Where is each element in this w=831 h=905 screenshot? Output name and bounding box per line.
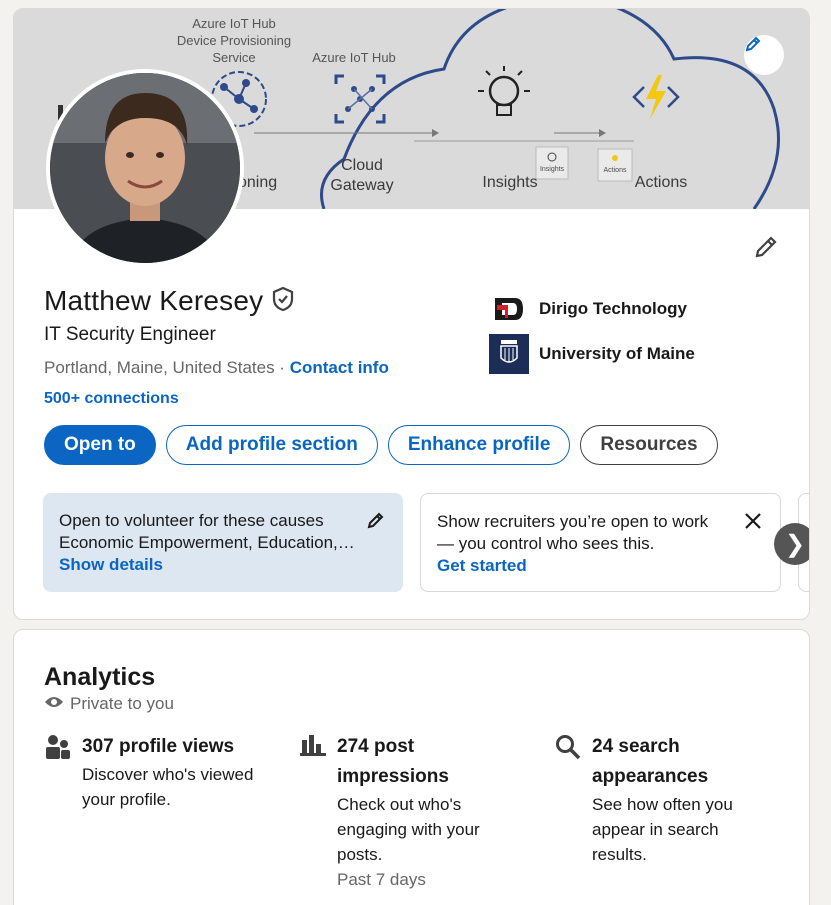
banner-dps-line3: Service [212, 50, 256, 65]
banner-label-actions: Actions [634, 174, 688, 191]
card-description: Economic Empowerment, Education,… [59, 533, 355, 552]
search-icon [554, 732, 582, 760]
banner-label-actions-small: Actions [603, 167, 627, 174]
verified-shield-icon[interactable] [271, 286, 295, 317]
metric-title: 274 post impressions [337, 736, 449, 787]
resources-button[interactable]: Resources [580, 425, 718, 465]
org-name: University of Maine [539, 344, 695, 363]
banner-label-dps: Azure IoT Hub Device Provisioning Servic… [174, 15, 294, 66]
edit-intro-button[interactable] [748, 231, 784, 267]
dirigo-logo-icon [489, 289, 529, 329]
card-title: Open to volunteer for these causes [59, 511, 324, 530]
enhance-profile-button[interactable]: Enhance profile [387, 425, 571, 465]
banner-label-hub: Azure IoT Hub [312, 50, 396, 65]
metric-search-appearances[interactable]: 24 search appearances See how often you … [554, 732, 764, 867]
banner-label-insights: Insights [482, 174, 538, 191]
umaine-logo-icon [489, 334, 529, 374]
org-dirigo-technology[interactable]: Dirigo Technology [489, 289, 687, 329]
profile-headline: IT Security Engineer [44, 324, 216, 345]
open-to-button[interactable]: Open to [44, 425, 156, 465]
avatar [50, 73, 240, 263]
metric-body: 307 profile views Discover who's viewed … [82, 732, 284, 812]
analytics-card: Analytics Private to you 307 profile vie… [13, 629, 810, 905]
location-row: Portland, Maine, United States · Contact… [44, 358, 389, 378]
volunteer-causes-card: Open to volunteer for these causes Econo… [43, 493, 403, 592]
carousel-next-button[interactable]: ❯ [774, 523, 809, 565]
metric-title: 307 profile views [82, 736, 235, 757]
banner-cloud-line2: Gateway [330, 177, 394, 194]
eye-icon [44, 694, 64, 714]
pencil-icon [753, 234, 779, 265]
profile-name: Matthew Keresey [44, 285, 264, 316]
connections-link[interactable]: 500+ connections [44, 390, 179, 408]
banner-dps-line1: Azure IoT Hub [192, 16, 276, 31]
banner-dps-line2: Device Provisioning [176, 33, 292, 48]
metric-title: 24 search appearances [592, 736, 709, 787]
people-icon [44, 732, 72, 760]
metric-body: 24 search appearances See how often you … [592, 732, 764, 867]
metric-description: See how often you appear in search resul… [592, 795, 733, 864]
metric-description: Check out who's engaging with your posts… [337, 795, 480, 864]
profile-location: Portland, Maine, United States [44, 358, 275, 377]
profile-card: Azure IoT Hub Device Provisioning Servic… [13, 8, 810, 620]
metric-post-impressions[interactable]: 274 post impressions Check out who's eng… [299, 732, 509, 892]
add-profile-section-button[interactable]: Add profile section [165, 425, 378, 465]
org-name: Dirigo Technology [539, 299, 687, 318]
close-icon[interactable] [742, 510, 764, 532]
metric-footnote: Past 7 days [337, 870, 426, 889]
bar-chart-icon [299, 732, 327, 760]
banner-label-insights-small: Insights [539, 166, 565, 173]
banner-label-cloud-gateway: Cloud Gateway [322, 156, 402, 196]
name-row: Matthew Keresey [44, 285, 295, 317]
contact-info-link[interactable]: Contact info [290, 358, 389, 377]
privacy-label: Private to you [70, 694, 174, 713]
separator-dot: · [274, 358, 290, 377]
card-description: — you control who sees this. [437, 534, 655, 553]
privacy-note: Private to you [44, 694, 174, 714]
show-details-link[interactable]: Show details [59, 554, 387, 576]
metric-body: 274 post impressions Check out who's eng… [337, 732, 509, 892]
pencil-icon[interactable] [365, 509, 387, 531]
open-to-work-card: Show recruiters you’re open to work — yo… [420, 493, 781, 592]
org-university-of-maine[interactable]: University of Maine [489, 334, 695, 374]
banner-cloud-line1: Cloud [341, 157, 383, 174]
analytics-title: Analytics [44, 663, 156, 691]
profile-action-buttons: Open to Add profile section Enhance prof… [44, 425, 718, 465]
metric-description: Discover who's viewed your profile. [82, 765, 254, 809]
edit-banner-button[interactable] [744, 35, 784, 75]
metric-profile-views[interactable]: 307 profile views Discover who's viewed … [44, 732, 284, 812]
profile-photo[interactable] [46, 69, 244, 267]
banner-label-provisioning: oning [238, 174, 278, 191]
card-title: Show recruiters you’re open to work [437, 512, 709, 531]
get-started-link[interactable]: Get started [437, 555, 764, 577]
chevron-right-icon: ❯ [784, 530, 806, 558]
